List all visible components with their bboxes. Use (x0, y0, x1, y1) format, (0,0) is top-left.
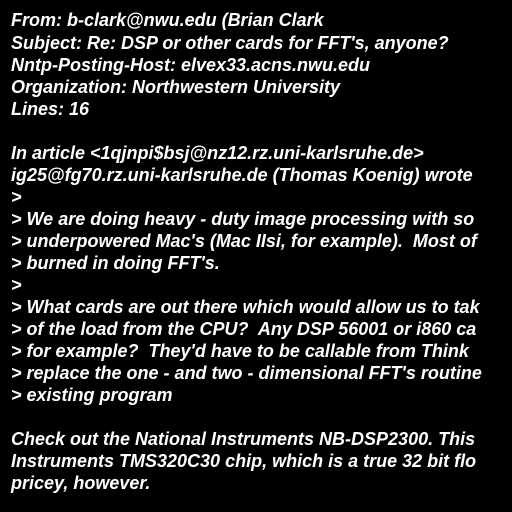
quoted-line: > for example? They'd have to be callabl… (11, 341, 469, 361)
header-lines: Lines: 16 (11, 99, 90, 119)
reply-line: Instruments TMS320C30 chip, which is a t… (11, 451, 477, 471)
quoted-line: > What cards are out there which would a… (11, 297, 480, 317)
quoted-line: > replace the one - and two - dimensiona… (11, 363, 482, 383)
quoted-line: > underpowered Mac's (Mac IIsi, for exam… (11, 231, 477, 251)
quoted-line: > (11, 275, 22, 295)
quoted-line: > existing program (11, 385, 173, 405)
header-nntp-posting-host: Nntp-Posting-Host: elvex33.acns.nwu.edu (11, 55, 371, 75)
quoted-line: > burned in doing FFT's. (11, 253, 220, 273)
header-from: From: b-clark@nwu.edu (Brian Clark (11, 10, 324, 30)
attribution-line-1: In article <1qjnpi$bsj@nz12.rz.uni-karls… (11, 143, 424, 163)
quoted-line: > We are doing heavy - duty image proces… (11, 209, 475, 229)
header-subject: Subject: Re: DSP or other cards for FFT'… (11, 33, 449, 53)
attribution-line-2: ig25@fg70.rz.uni-karlsruhe.de (Thomas Ko… (11, 165, 473, 185)
reply-line: Check out the National Instruments NB-DS… (11, 429, 476, 449)
header-organization: Organization: Northwestern University (11, 77, 341, 97)
quoted-line: > (11, 187, 22, 207)
reply-line: pricey, however. (11, 473, 151, 493)
quoted-line: > of the load from the CPU? Any DSP 5600… (11, 319, 477, 339)
email-message-view: From: b-clark@nwu.edu (Brian Clark Subje… (0, 0, 512, 512)
